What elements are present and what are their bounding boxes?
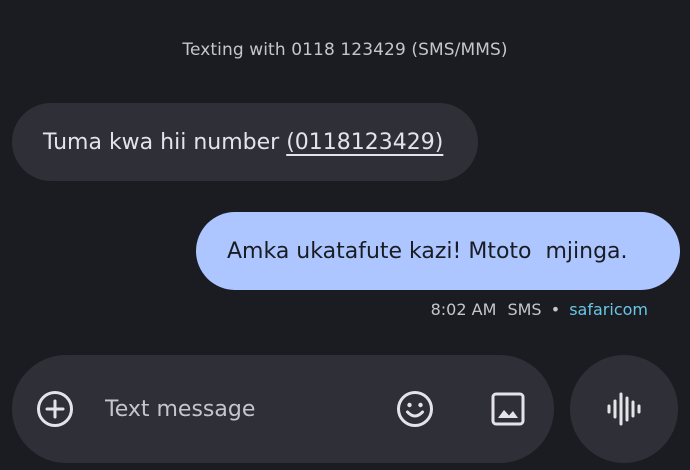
smiley-icon[interactable] (396, 390, 434, 428)
outgoing-message-text: Amka ukatafute kazi! Mtoto mjinga. (227, 238, 628, 264)
plus-circle-icon[interactable] (36, 390, 74, 428)
carrier-name: safaricom (569, 300, 648, 319)
text-message-input[interactable] (105, 391, 365, 427)
conversation-screen: Texting with 0118 123429 (SMS/MMS) Tuma … (0, 0, 690, 470)
message-type: SMS (507, 300, 542, 319)
voice-message-button[interactable] (570, 355, 678, 463)
message-composer (12, 355, 554, 463)
message-time: 8:02 AM (430, 300, 497, 319)
incoming-message-bubble[interactable]: Tuma kwa hii number (0118123429) (12, 103, 478, 181)
image-icon[interactable] (490, 391, 526, 427)
phone-number-link[interactable]: (0118123429) (286, 130, 443, 155)
status-separator: • (550, 300, 561, 319)
outgoing-message-bubble[interactable]: Amka ukatafute kazi! Mtoto mjinga. (196, 212, 680, 290)
message-status: 8:02 AM SMS • safaricom (431, 300, 648, 319)
incoming-message-text: Tuma kwa hii number (43, 129, 280, 155)
conversation-header: Texting with 0118 123429 (SMS/MMS) (182, 40, 508, 60)
voice-waveform-icon (607, 392, 641, 426)
